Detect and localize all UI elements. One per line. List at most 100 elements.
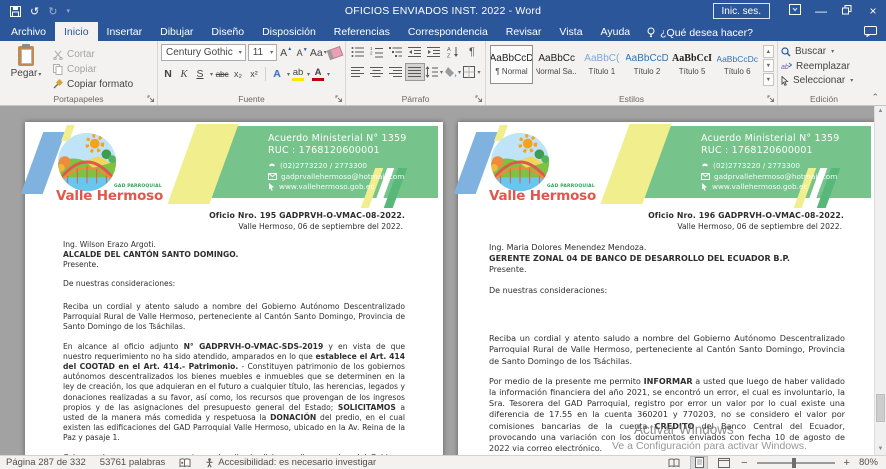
vertical-scrollbar[interactable]: ▲ ▼	[874, 106, 886, 455]
justify-icon[interactable]	[406, 64, 424, 80]
style-titulo-1[interactable]: AaBbC( Título 1	[580, 45, 623, 84]
ruc-line: RUC : 1768120600001	[701, 145, 840, 157]
align-center-icon[interactable]	[368, 64, 386, 80]
tab-diseno[interactable]: Diseño	[202, 22, 253, 41]
highlight-button[interactable]: ab	[292, 68, 304, 81]
pilcrow-icon[interactable]: ¶	[463, 44, 481, 60]
shading-icon[interactable]: ▾	[444, 64, 462, 80]
restore-button[interactable]	[834, 0, 860, 22]
styles-scroll-up-icon[interactable]: ▲	[763, 45, 774, 58]
zoom-in-icon[interactable]: +	[844, 458, 850, 468]
save-icon[interactable]	[10, 6, 21, 17]
tab-ayuda[interactable]: Ayuda	[592, 22, 640, 41]
tab-vista[interactable]: Vista	[550, 22, 591, 41]
bold-button[interactable]: N	[161, 66, 175, 82]
close-button[interactable]: ×	[860, 0, 886, 22]
grow-font-button[interactable]: A▲	[279, 45, 293, 61]
increase-indent-icon[interactable]	[425, 44, 443, 60]
paragraph: En alcance al oficio adjunto N° GADPRVH-…	[63, 342, 405, 444]
underline-button[interactable]: S	[193, 66, 207, 82]
tab-insertar[interactable]: Insertar	[98, 22, 152, 41]
page-2[interactable]: Valle Hermoso GAD PARROQUIAL Acuerdo Min…	[458, 122, 876, 455]
oficio-number: Oficio Nro. 195 GADPRVH-O-VMAC-08-2022.	[63, 211, 405, 220]
cut-button[interactable]: Cortar	[53, 48, 133, 61]
zoom-slider-thumb[interactable]	[792, 458, 796, 468]
tab-correspondencia[interactable]: Correspondencia	[399, 22, 497, 41]
proofing-icon[interactable]	[179, 458, 191, 468]
scrollbar-thumb[interactable]	[876, 394, 885, 422]
copy-button[interactable]: Copiar	[53, 63, 133, 76]
subscript-button[interactable]: x₂	[231, 66, 245, 82]
line-spacing-icon[interactable]: ▾	[425, 64, 443, 80]
read-mode-icon[interactable]	[666, 457, 682, 469]
superscript-button[interactable]: x²	[247, 66, 261, 82]
accessibility-status[interactable]: Accesibilidad: es necesario investigar	[205, 457, 376, 468]
bullets-icon[interactable]	[349, 44, 367, 60]
page-1[interactable]: Valle Hermoso GAD PARROQUIAL Acuerdo Min…	[25, 122, 443, 455]
scroll-up-icon[interactable]: ▲	[875, 106, 886, 117]
envelope-icon	[268, 173, 277, 180]
tab-disposicion[interactable]: Disposición	[253, 22, 325, 41]
envelope-icon	[701, 173, 710, 180]
sign-in-button[interactable]: Inic. ses.	[713, 3, 770, 19]
text-effects-dropdown-icon[interactable]: ▾	[287, 71, 290, 78]
ribbon-display-options-icon[interactable]	[782, 0, 808, 22]
style-titulo-5[interactable]: AaBbCcI Título 5	[671, 45, 714, 84]
tab-revisar[interactable]: Revisar	[497, 22, 551, 41]
undo-icon[interactable]: ↺	[30, 5, 39, 18]
styles-scroll-down-icon[interactable]: ▼	[763, 59, 774, 72]
multilevel-list-icon[interactable]	[387, 44, 405, 60]
style-titulo-2[interactable]: AaBbCcD Título 2	[625, 45, 668, 84]
feedback-icon[interactable]	[864, 26, 877, 37]
minimize-button[interactable]: —	[808, 0, 834, 22]
text-effects-button[interactable]: A	[270, 66, 284, 82]
quick-access-toolbar: ↺ ↻ ▾	[10, 5, 70, 18]
tab-referencias[interactable]: Referencias	[325, 22, 399, 41]
format-painter-button[interactable]: Copiar formato	[53, 78, 133, 91]
numbering-icon[interactable]: 12	[368, 44, 386, 60]
align-right-icon[interactable]	[387, 64, 405, 80]
addressee-title: ALCALDE DEL CANTÓN SANTO DOMINGO.	[63, 250, 405, 260]
italic-button[interactable]: K	[177, 66, 191, 82]
styles-gallery-more-icon[interactable]: ▼	[763, 73, 774, 86]
page-indicator[interactable]: Página 287 de 332	[6, 457, 86, 468]
style-titulo-6[interactable]: AaBbCcDc Título 6	[716, 45, 759, 84]
tab-archivo[interactable]: Archivo	[2, 22, 55, 41]
paragraph: Reciba un cordial y atento saludo a nomb…	[63, 302, 405, 333]
font-name-combo[interactable]: Century Gothic▾	[161, 44, 246, 61]
style-normal[interactable]: AaBbCcD ¶ Normal	[490, 45, 533, 84]
tab-dibujar[interactable]: Dibujar	[151, 22, 202, 41]
tab-inicio[interactable]: Inicio	[55, 22, 98, 41]
customize-qat-icon[interactable]: ▾	[66, 7, 70, 15]
tell-me-box[interactable]: ¿Qué desea hacer?	[639, 22, 761, 41]
select-button[interactable]: Seleccionar▾	[781, 74, 867, 88]
change-case-button[interactable]: Aa▾	[311, 45, 325, 61]
style-normal-sa[interactable]: AaBbCc Normal Sa...	[535, 45, 578, 84]
collapse-ribbon-icon[interactable]: ⌃	[871, 92, 879, 103]
find-button[interactable]: Buscar▾	[781, 45, 867, 59]
zoom-out-icon[interactable]: −	[741, 458, 747, 468]
web-layout-icon[interactable]	[716, 457, 732, 469]
scroll-down-icon[interactable]: ▼	[875, 444, 886, 455]
clear-formatting-icon[interactable]	[328, 45, 342, 61]
addressee-title: GERENTE ZONAL 04 DE BANCO DE DESARROLLO …	[489, 254, 845, 265]
decrease-indent-icon[interactable]	[406, 44, 424, 60]
word-count[interactable]: 53761 palabras	[100, 457, 166, 468]
font-color-button[interactable]: A	[312, 68, 324, 81]
replace-button[interactable]: ab Reemplazar	[781, 60, 867, 74]
borders-icon[interactable]: ▾	[463, 64, 481, 80]
highlight-dropdown-icon[interactable]: ▾	[307, 71, 310, 78]
font-size-combo[interactable]: 11▾	[248, 44, 277, 61]
zoom-slider[interactable]	[757, 462, 835, 464]
font-color-dropdown-icon[interactable]: ▾	[327, 71, 330, 78]
zoom-level[interactable]: 80%	[859, 457, 878, 468]
align-left-icon[interactable]	[349, 64, 367, 80]
document-canvas[interactable]: Valle Hermoso GAD PARROQUIAL Acuerdo Min…	[0, 106, 886, 455]
print-layout-icon[interactable]	[691, 457, 707, 469]
shrink-font-button[interactable]: A▼	[295, 45, 309, 61]
redo-icon[interactable]: ↻	[48, 5, 57, 18]
paste-button[interactable]: Pegar▾	[3, 44, 49, 92]
strikethrough-button[interactable]: abc	[215, 66, 229, 82]
sort-icon[interactable]: AZ	[444, 44, 462, 60]
underline-dropdown-icon[interactable]: ▾	[210, 71, 213, 78]
